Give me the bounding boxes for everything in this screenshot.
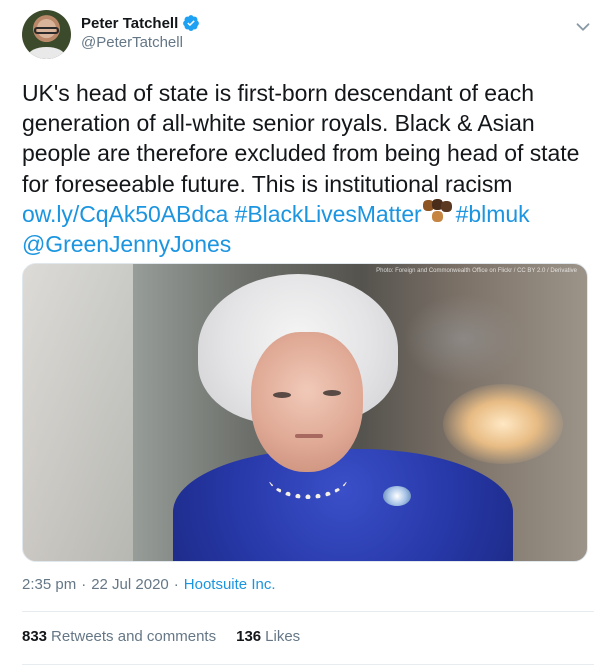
retweets-label: Retweets and comments bbox=[51, 628, 217, 645]
photo-eye-left bbox=[273, 392, 291, 398]
likes-count: 136 bbox=[236, 628, 262, 645]
tweet-photo[interactable]: Photo: Foreign and Commonwealth Office o… bbox=[22, 263, 588, 562]
tweet-link[interactable]: ow.ly/CqAk50ABdca bbox=[22, 201, 228, 227]
likes-stat[interactable]: 136 Likes bbox=[236, 628, 300, 645]
author-display-name[interactable]: Peter Tatchell bbox=[81, 15, 178, 32]
hashtag-blmuk[interactable]: #blmuk bbox=[456, 201, 530, 227]
avatar-shirt bbox=[28, 47, 65, 59]
meta-separator: · bbox=[81, 576, 87, 593]
tweet-time[interactable]: 2:35 pm bbox=[22, 576, 76, 593]
tweet-meta: 2:35 pm · 22 Jul 2020 · Hootsuite Inc. bbox=[22, 576, 276, 593]
tweet-header: Peter Tatchell @PeterTatchell bbox=[22, 10, 594, 60]
divider-top bbox=[22, 611, 594, 612]
tweet-source-link[interactable]: Hootsuite Inc. bbox=[184, 576, 276, 593]
photo-background-shadow bbox=[403, 294, 523, 384]
photo-eye-right bbox=[323, 390, 341, 396]
tweet-card: Peter Tatchell @PeterTatchell UK's head … bbox=[0, 0, 612, 670]
photo-chandelier-light bbox=[443, 384, 563, 464]
likes-label: Likes bbox=[265, 628, 301, 645]
photo-background-left bbox=[23, 264, 133, 561]
retweets-stat[interactable]: 833 Retweets and comments bbox=[22, 628, 216, 645]
avatar[interactable] bbox=[22, 10, 71, 59]
author-handle[interactable]: @PeterTatchell bbox=[81, 34, 200, 51]
photo-pearl-necklace bbox=[268, 454, 348, 499]
tweet-stats: 833 Retweets and comments 136 Likes bbox=[22, 628, 320, 645]
meta-separator: · bbox=[173, 576, 179, 593]
avatar-glasses bbox=[34, 27, 59, 34]
tweet-date[interactable]: 22 Jul 2020 bbox=[91, 576, 169, 593]
photo-face bbox=[251, 332, 363, 472]
tweet-body: UK's head of state is first-born descend… bbox=[22, 80, 580, 197]
display-name-row: Peter Tatchell bbox=[81, 14, 200, 32]
divider-bottom bbox=[22, 664, 594, 665]
chevron-down-icon[interactable] bbox=[572, 16, 594, 38]
verified-badge-icon bbox=[183, 15, 200, 31]
photo-mouth bbox=[295, 434, 323, 438]
raised-fists-emoji-icon bbox=[422, 198, 452, 225]
author-names: Peter Tatchell @PeterTatchell bbox=[81, 14, 200, 51]
tweet-text: UK's head of state is first-born descend… bbox=[22, 78, 592, 259]
photo-brooch bbox=[383, 486, 411, 506]
retweets-count: 833 bbox=[22, 628, 48, 645]
mention-green-jenny-jones[interactable]: @GreenJennyJones bbox=[22, 231, 231, 257]
hashtag-black-lives-matter[interactable]: #BlackLivesMatter bbox=[235, 201, 422, 227]
photo-credit: Photo: Foreign and Commonwealth Office o… bbox=[376, 268, 577, 274]
